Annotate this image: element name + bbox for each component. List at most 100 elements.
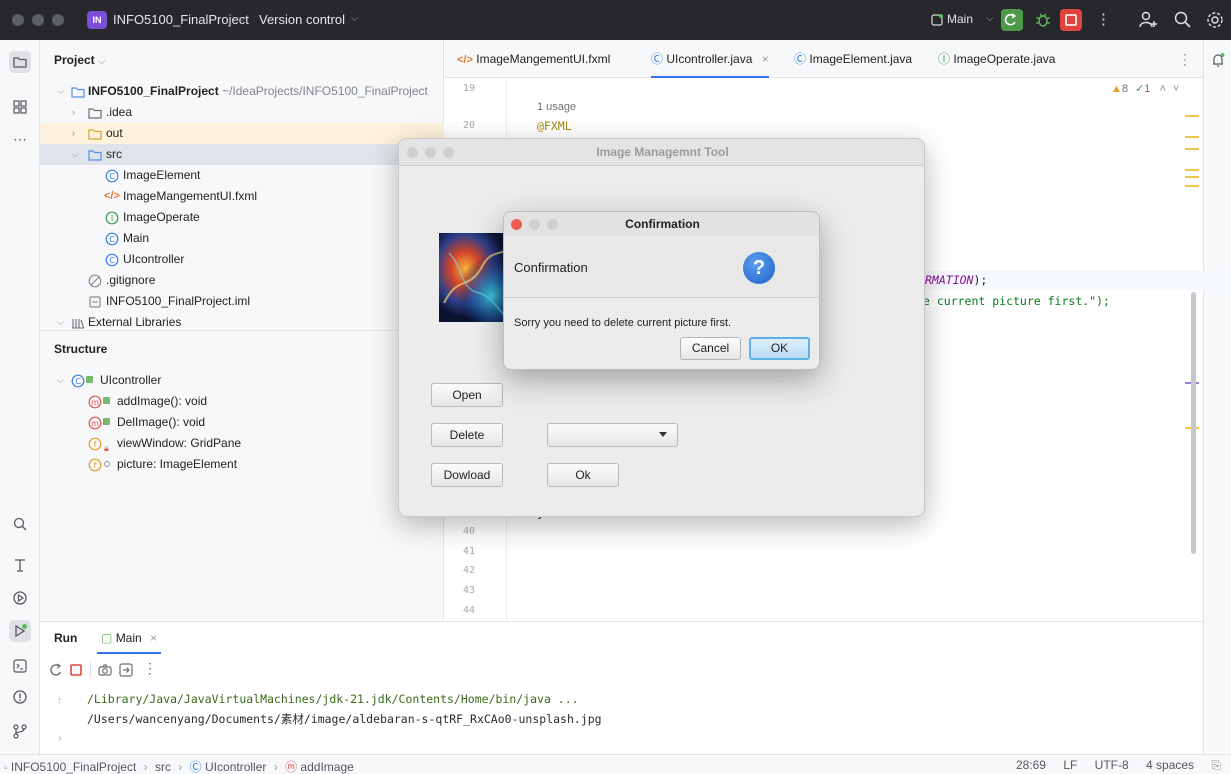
warning-marker[interactable]: [1185, 176, 1199, 178]
tab-imagemangementui-fxml[interactable]: </> ImageMangementUI.fxml: [457, 40, 610, 78]
structure-item-method[interactable]: m DelImage(): void: [40, 412, 444, 433]
image-select-combobox[interactable]: [547, 423, 678, 447]
search-icon[interactable]: [1173, 10, 1193, 30]
editor-scrollbar[interactable]: [1191, 292, 1196, 554]
tree-item-gitignore[interactable]: .gitignore: [40, 270, 444, 291]
structure-item-field[interactable]: f 🔒︎ viewWindow: GridPane: [40, 433, 444, 454]
usage-hint[interactable]: 1 usage: [537, 101, 576, 113]
tree-item-main[interactable]: C Main: [40, 228, 444, 249]
chevron-down-icon[interactable]: ˅: [1173, 83, 1179, 95]
rerun-button[interactable]: [1001, 9, 1023, 31]
tree-item-idea[interactable]: › .idea: [40, 102, 444, 123]
add-user-icon[interactable]: [1138, 10, 1158, 30]
tree-item-imageelement[interactable]: C ImageElement: [40, 165, 444, 186]
close-tab-icon[interactable]: ×: [762, 52, 769, 66]
tab-uicontroller-java[interactable]: Ⓒ UIcontroller.java ×: [651, 40, 769, 78]
tree-item-iml[interactable]: INFO5100_FinalProject.iml: [40, 291, 444, 312]
app-zoom-button[interactable]: [443, 147, 454, 158]
project-switcher[interactable]: INFO5100_FinalProject: [113, 12, 249, 27]
scroll-up-icon[interactable]: ↑: [57, 695, 63, 707]
close-tab-icon[interactable]: ×: [150, 631, 157, 645]
warning-marker[interactable]: [1185, 136, 1199, 138]
more-tools-icon[interactable]: ⋯: [9, 128, 31, 150]
tree-item-out[interactable]: › out: [40, 123, 444, 144]
services-tool-button[interactable]: [9, 587, 31, 609]
tab-options-icon[interactable]: ⋮: [1178, 51, 1192, 68]
tree-item-project-root[interactable]: ⌵ INFO5100_FinalProject ~/IdeaProjects/I…: [40, 81, 444, 102]
warning-marker[interactable]: [1185, 185, 1199, 187]
caret-position[interactable]: 28:69: [1016, 758, 1046, 772]
dialog-close-button[interactable]: [511, 219, 522, 230]
run-tab-main[interactable]: ▢ Main ×: [97, 626, 162, 654]
structure-item-class[interactable]: ⌵ C UIcontroller: [40, 370, 444, 391]
inspection-widget[interactable]: ▲8 ✓1 ˄ ˅: [1111, 82, 1179, 95]
project-tool-button[interactable]: [9, 51, 31, 73]
run-tool-button[interactable]: [9, 620, 31, 642]
editor-tab-bar: </> ImageMangementUI.fxml Ⓒ UIcontroller…: [445, 40, 1203, 78]
settings-gear-icon[interactable]: [1205, 10, 1225, 30]
app-minimize-button[interactable]: [425, 147, 436, 158]
ok-button[interactable]: Ok: [547, 463, 619, 487]
ok-button[interactable]: OK: [749, 337, 810, 360]
text-tool-button[interactable]: [9, 554, 31, 576]
more-actions-icon[interactable]: ⋮: [1096, 10, 1111, 28]
run-config-selector[interactable]: Main: [947, 12, 973, 26]
warning-marker[interactable]: [1185, 148, 1199, 150]
download-button[interactable]: Dowload: [431, 463, 503, 487]
open-button[interactable]: Open: [431, 383, 503, 407]
tree-item-src[interactable]: ⌵ src: [40, 144, 444, 165]
more-actions-icon[interactable]: ⋮: [143, 660, 157, 677]
notifications-icon[interactable]: [1210, 52, 1226, 68]
line-ending-selector[interactable]: LF: [1063, 758, 1077, 772]
cancel-button[interactable]: Cancel: [680, 337, 741, 360]
class-icon: Ⓒ: [189, 760, 202, 774]
stop-icon: [1065, 14, 1077, 26]
structure-item-label: picture: ImageElement: [117, 457, 238, 471]
exit-icon[interactable]: [118, 662, 134, 678]
debug-icon[interactable]: [1033, 10, 1053, 30]
tree-item-label: .gitignore: [106, 273, 156, 287]
warning-marker[interactable]: [1185, 169, 1199, 171]
problems-tool-button[interactable]: [9, 686, 31, 708]
structure-tool-button[interactable]: [9, 96, 31, 118]
tree-item-uicontroller[interactable]: C UIcontroller: [40, 249, 444, 270]
camera-icon[interactable]: [97, 662, 113, 678]
tree-item-fxml[interactable]: </> ImageMangementUI.fxml: [40, 186, 444, 207]
window-minimize-button[interactable]: [32, 14, 44, 26]
delete-button[interactable]: Delete: [431, 423, 503, 447]
terminal-tool-button[interactable]: [9, 655, 31, 677]
stop-button[interactable]: [1060, 9, 1082, 31]
rerun-icon[interactable]: [48, 662, 64, 678]
window-zoom-button[interactable]: [52, 14, 64, 26]
dialog-minimize-button[interactable]: [529, 219, 540, 230]
find-tool-button[interactable]: [9, 513, 31, 535]
tree-item-imageoperate[interactable]: I ImageOperate: [40, 207, 444, 228]
chevron-up-icon[interactable]: ˄: [1159, 83, 1165, 95]
warning-marker[interactable]: [1185, 115, 1199, 117]
tab-imageelement-java[interactable]: Ⓒ ImageElement.java: [794, 40, 912, 78]
dialog-header-text: Confirmation: [514, 260, 588, 275]
encoding-selector[interactable]: UTF-8: [1095, 758, 1129, 772]
indent-selector[interactable]: 4 spaces: [1146, 758, 1194, 772]
readonly-lock-icon[interactable]: ⎘: [1211, 758, 1221, 772]
tree-item-label: out: [106, 126, 123, 140]
project-panel-header[interactable]: Project ⌵: [54, 53, 106, 67]
tab-label: ImageOperate.java: [953, 52, 1056, 66]
structure-item-method[interactable]: m addImage(): void: [40, 391, 444, 412]
app-window-titlebar[interactable]: Image Managemnt Tool: [399, 139, 924, 166]
app-close-button[interactable]: [407, 147, 418, 158]
window-close-button[interactable]: [12, 14, 24, 26]
chevron-right-icon: ›: [72, 128, 75, 138]
tab-imageoperate-java[interactable]: Ⓘ ImageOperate.java: [938, 40, 1055, 78]
svg-text:m: m: [91, 419, 99, 428]
structure-item-field[interactable]: f picture: ImageElement: [40, 454, 444, 475]
version-control-menu[interactable]: Version control: [259, 12, 345, 27]
breadcrumb-item[interactable]: src: [155, 760, 171, 774]
stop-icon[interactable]: [68, 662, 84, 678]
expand-icon[interactable]: ›: [58, 733, 62, 745]
breadcrumb-item[interactable]: INFO5100_FinalProject: [11, 760, 136, 774]
breadcrumb-item[interactable]: UIcontroller: [205, 760, 266, 774]
breadcrumb-item[interactable]: addImage: [300, 760, 353, 774]
git-tool-button[interactable]: [9, 720, 31, 742]
dialog-zoom-button[interactable]: [547, 219, 558, 230]
